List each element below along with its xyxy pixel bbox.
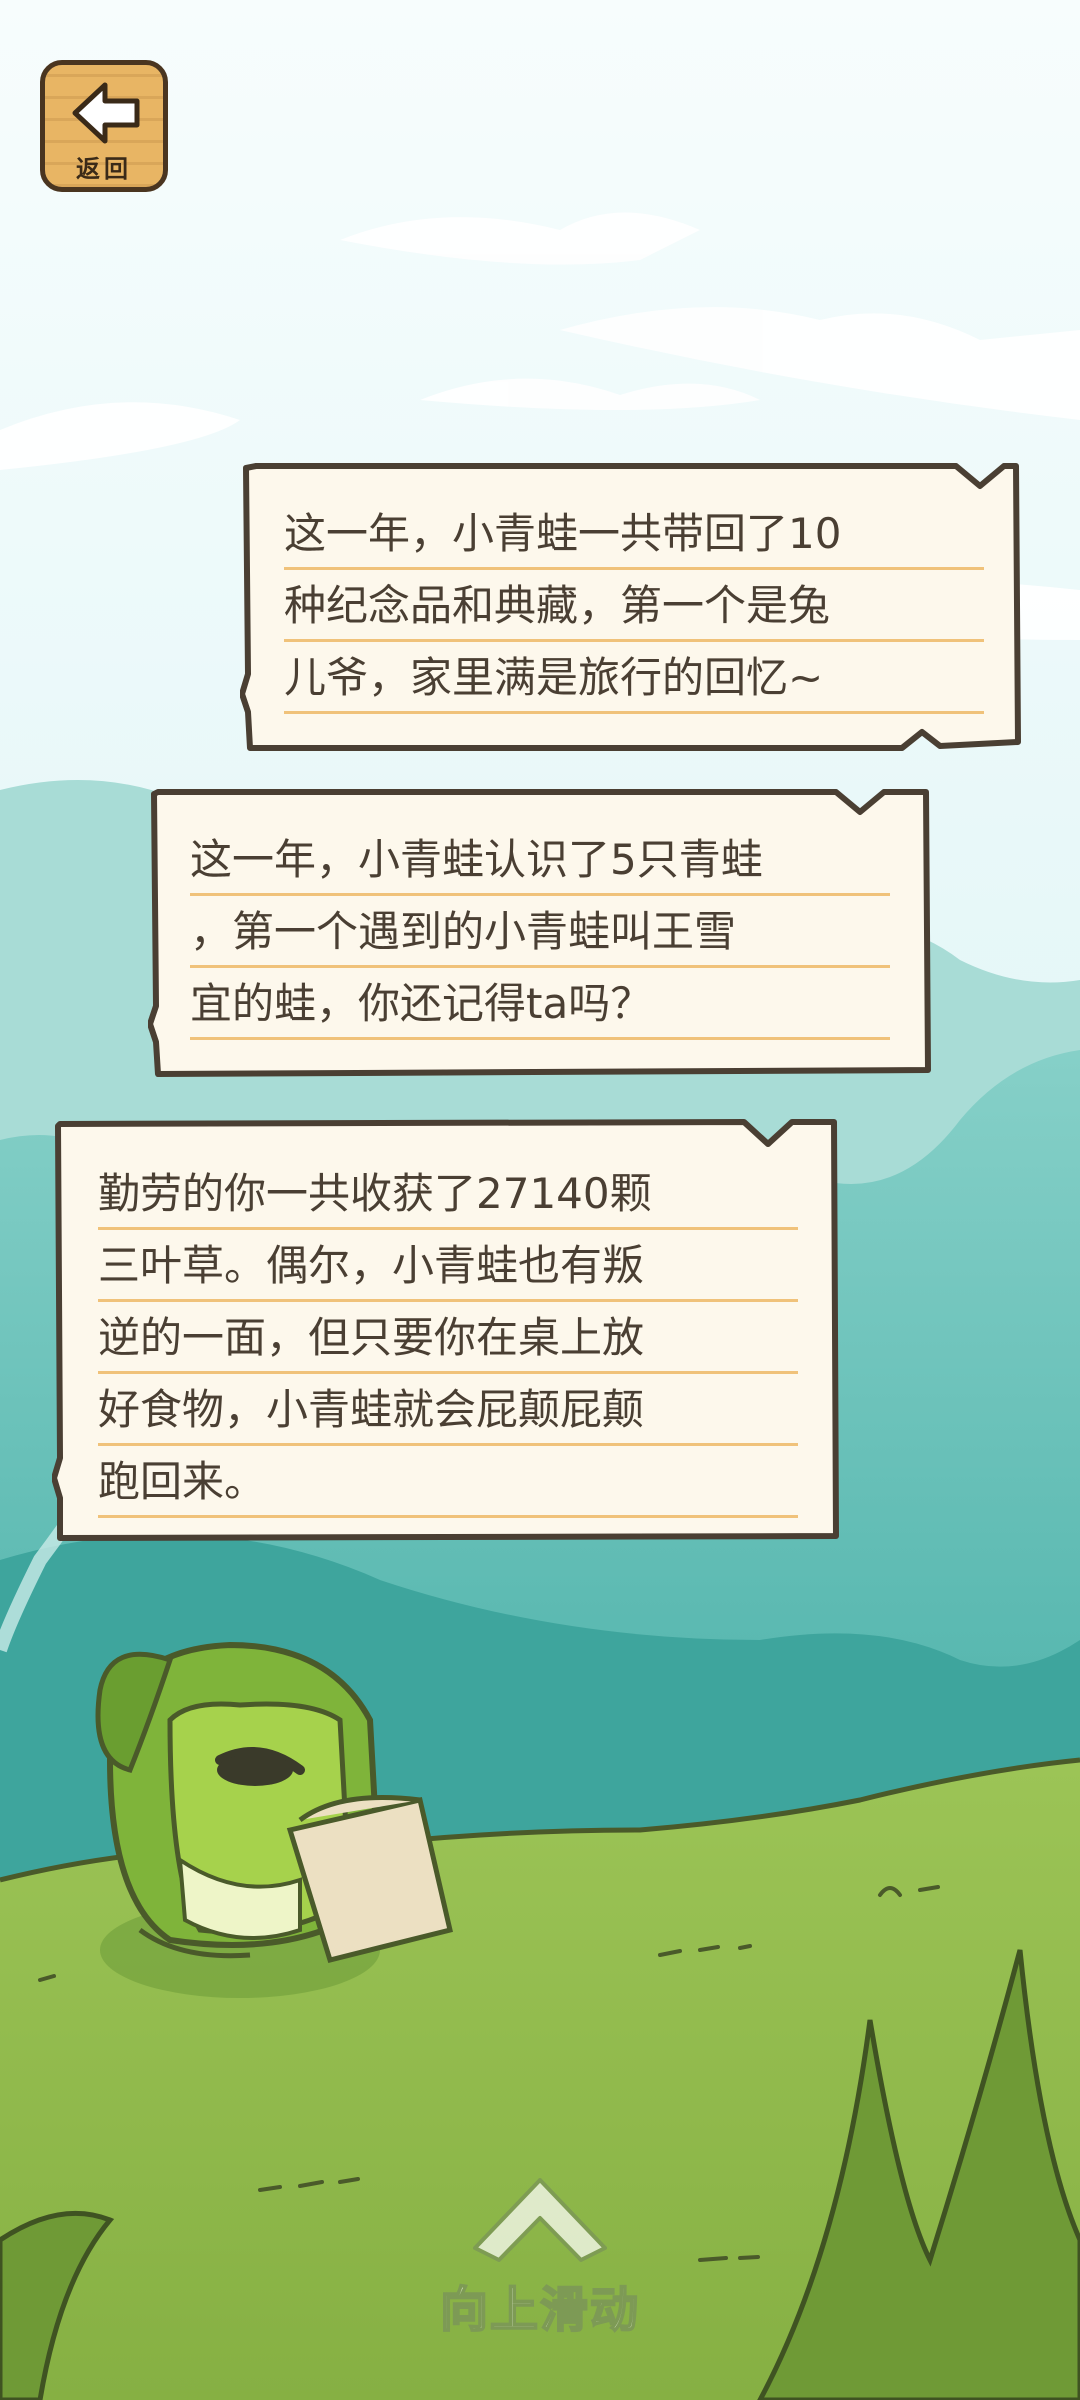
message-line: 这一年，小青蛙认识了5只青蛙 [190,824,890,896]
swipe-up-label: 向上滑动 [439,2281,640,2339]
message-bubble-friends: 这一年，小青蛙认识了5只青蛙 ，第一个遇到的小青蛙叫王雪 宜的蛙，你还记得ta吗… [148,788,934,1080]
message-bubble-clovers: 勤劳的你一共收获了27140颗 三叶草。偶尔，小青蛙也有叛 逆的一面，但只要你在… [52,1118,842,1544]
message-line: 逆的一面，但只要你在桌上放 [98,1302,798,1374]
message-line: 三叶草。偶尔，小青蛙也有叛 [98,1230,798,1302]
arrow-left-icon [72,82,140,144]
message-line: 跑回来。 [98,1446,798,1518]
swipe-up-hint[interactable]: 向上滑动 [410,2166,670,2339]
message-line: 儿爷，家里满是旅行的回忆~ [284,642,984,714]
message-line: 勤劳的你一共收获了27140颗 [98,1158,798,1230]
chevron-up-icon [473,2178,607,2262]
back-button-label: 返回 [76,155,132,183]
message-line: 种纪念品和典藏，第一个是兔 [284,570,984,642]
message-line: ，第一个遇到的小青蛙叫王雪 [190,896,890,968]
message-line: 宜的蛙，你还记得ta吗？ [190,968,890,1040]
message-line: 好食物，小青蛙就会屁颠屁颠 [98,1374,798,1446]
message-bubble-souvenirs: 这一年，小青蛙一共带回了10 种纪念品和典藏，第一个是兔 儿爷，家里满是旅行的回… [240,462,1028,754]
message-line: 这一年，小青蛙一共带回了10 [284,498,984,570]
back-button[interactable]: 返回 [40,60,168,192]
